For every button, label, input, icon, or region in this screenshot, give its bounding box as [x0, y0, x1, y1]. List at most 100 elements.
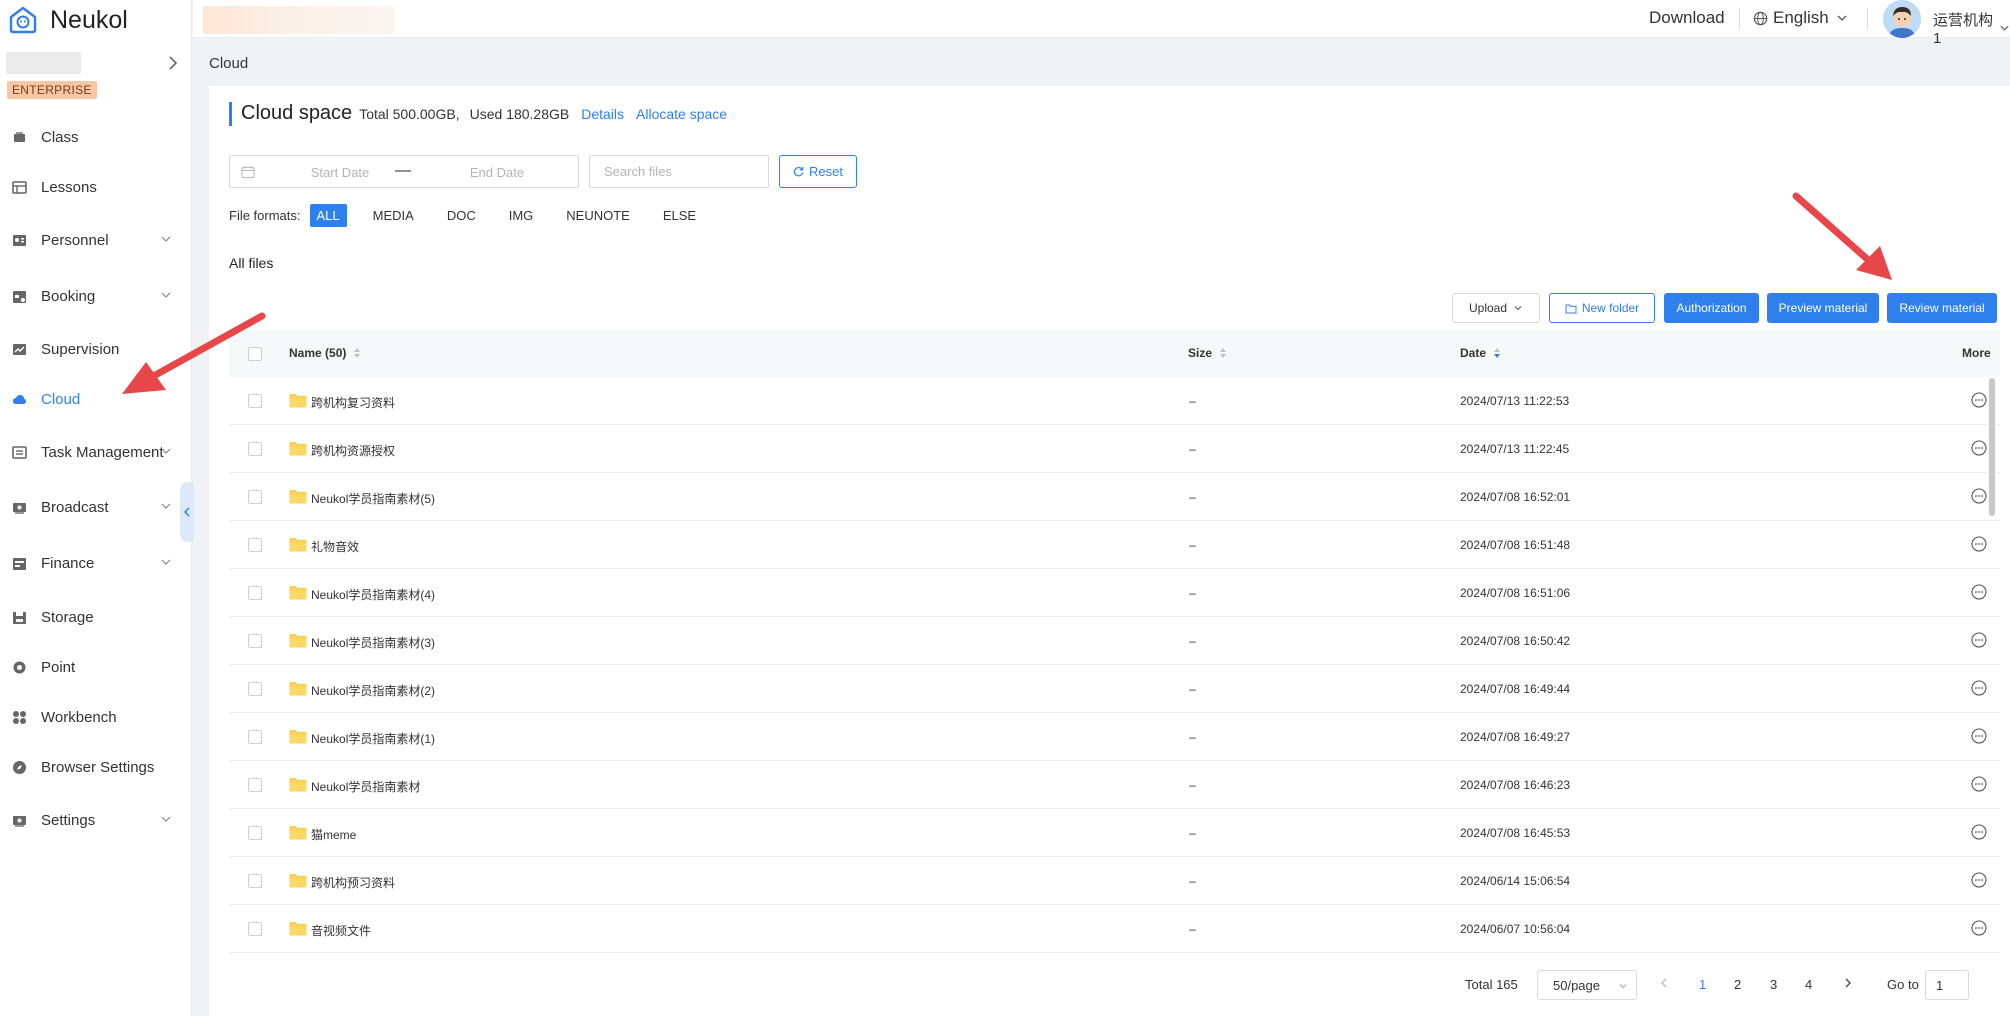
row-checkbox[interactable]	[248, 682, 262, 696]
row-checkbox[interactable]	[248, 778, 262, 792]
table-row[interactable]: Neukol学员指南素材(3) – 2024/07/08 16:50:42	[229, 617, 2000, 665]
more-options-icon[interactable]	[1971, 632, 1987, 648]
sidebar-item-finance[interactable]: Finance	[0, 546, 190, 580]
table-row[interactable]: Neukol学员指南素材(1) – 2024/07/08 16:49:27	[229, 713, 2000, 761]
sidebar-item-point[interactable]: Point	[0, 650, 190, 684]
brand[interactable]: Neukol	[0, 0, 191, 40]
all-files-breadcrumb[interactable]: All files	[229, 255, 273, 271]
table-row[interactable]: 礼物音效 – 2024/07/08 16:51:48	[229, 521, 2000, 569]
end-date-input[interactable]: End Date	[452, 165, 542, 180]
more-options-icon[interactable]	[1971, 824, 1987, 840]
row-checkbox[interactable]	[248, 826, 262, 840]
prev-page-button[interactable]	[1659, 977, 1669, 992]
format-all[interactable]: ALL	[309, 204, 347, 227]
file-name[interactable]: 跨机构复习资料	[311, 394, 395, 411]
more-options-icon[interactable]	[1971, 392, 1987, 408]
start-date-input[interactable]: Start Date	[295, 165, 385, 180]
checkbox[interactable]	[248, 347, 262, 361]
row-checkbox[interactable]	[248, 538, 262, 552]
select-all-checkbox[interactable]	[248, 347, 262, 361]
table-row[interactable]: 跨机构资源授权 – 2024/07/13 11:22:45	[229, 425, 2000, 473]
more-options-icon[interactable]	[1971, 920, 1987, 936]
language-selector[interactable]: English	[1753, 8, 1854, 28]
row-checkbox[interactable]	[248, 394, 262, 408]
row-checkbox[interactable]	[248, 874, 262, 888]
user-menu[interactable]: 运营机构1	[1933, 9, 2010, 47]
sidebar-collapse-button[interactable]	[180, 482, 194, 542]
sidebar-item-workbench[interactable]: Workbench	[0, 700, 190, 734]
sidebar-item-settings[interactable]: Settings	[0, 803, 190, 837]
new-folder-button[interactable]: New folder	[1549, 293, 1655, 323]
file-name[interactable]: 音视频文件	[311, 922, 371, 939]
format-media[interactable]: MEDIA	[366, 204, 421, 227]
row-checkbox[interactable]	[248, 634, 262, 648]
table-row[interactable]: 跨机构预习资料 – 2024/06/14 15:06:54	[229, 857, 2000, 905]
row-checkbox[interactable]	[248, 442, 262, 456]
preview-material-button[interactable]: Preview material	[1767, 293, 1879, 323]
table-row[interactable]: 猫meme – 2024/07/08 16:45:53	[229, 809, 2000, 857]
sidebar-item-task-management[interactable]: Task Management	[0, 435, 190, 469]
sidebar-item-supervision[interactable]: Supervision	[0, 332, 190, 366]
file-name[interactable]: 跨机构资源授权	[311, 442, 395, 459]
authorization-button[interactable]: Authorization	[1664, 293, 1759, 323]
date-column-header[interactable]: Date	[1460, 346, 1502, 360]
sidebar-item-class[interactable]: Class	[0, 120, 190, 154]
next-page-button[interactable]	[1843, 977, 1853, 992]
row-checkbox[interactable]	[248, 730, 262, 744]
file-name[interactable]: Neukol学员指南素材(4)	[311, 586, 435, 603]
more-options-icon[interactable]	[1971, 776, 1987, 792]
file-name[interactable]: 跨机构预习资料	[311, 874, 395, 891]
page-3[interactable]: 3	[1770, 977, 1777, 992]
row-checkbox[interactable]	[248, 586, 262, 600]
format-doc[interactable]: DOC	[440, 204, 483, 227]
page-size-select[interactable]: 50/page	[1537, 970, 1637, 1000]
file-name[interactable]: Neukol学员指南素材(1)	[311, 730, 435, 747]
sidebar-item-personnel[interactable]: Personnel	[0, 223, 190, 257]
review-material-button[interactable]: Review material	[1887, 293, 1997, 323]
allocate-space-link[interactable]: Allocate space	[636, 106, 727, 122]
page-4[interactable]: 4	[1805, 977, 1812, 992]
format-img[interactable]: IMG	[502, 204, 541, 227]
download-link[interactable]: Download	[1649, 8, 1725, 28]
format-neunote[interactable]: NEUNOTE	[559, 204, 637, 227]
details-link[interactable]: Details	[581, 106, 624, 122]
page-1[interactable]: 1	[1699, 977, 1706, 992]
table-row[interactable]: Neukol学员指南素材(2) – 2024/07/08 16:49:44	[229, 665, 2000, 713]
more-options-icon[interactable]	[1971, 584, 1987, 600]
sidebar-item-lessons[interactable]: Lessons	[0, 170, 190, 204]
upload-button[interactable]: Upload	[1452, 293, 1540, 323]
sort-icon[interactable]	[352, 346, 362, 360]
more-options-icon[interactable]	[1971, 872, 1987, 888]
avatar[interactable]	[1883, 0, 1921, 38]
search-input[interactable]: Search files	[589, 155, 769, 188]
date-range-picker[interactable]: Start Date — End Date	[229, 155, 579, 188]
sidebar-item-storage[interactable]: Storage	[0, 600, 190, 634]
page-2[interactable]: 2	[1734, 977, 1741, 992]
org-switcher[interactable]	[6, 52, 182, 74]
more-options-icon[interactable]	[1971, 440, 1987, 456]
format-else[interactable]: ELSE	[656, 204, 703, 227]
table-row[interactable]: Neukol学员指南素材(4) – 2024/07/08 16:51:06	[229, 569, 2000, 617]
table-row[interactable]: 跨机构复习资料 – 2024/07/13 11:22:53	[229, 377, 2000, 425]
row-checkbox[interactable]	[248, 922, 262, 936]
file-name[interactable]: 猫meme	[311, 826, 356, 843]
more-options-icon[interactable]	[1971, 536, 1987, 552]
more-options-icon[interactable]	[1971, 728, 1987, 744]
sort-icon[interactable]	[1218, 346, 1228, 360]
size-column-header[interactable]: Size	[1188, 346, 1228, 360]
sort-desc-icon[interactable]	[1492, 346, 1502, 360]
reset-button[interactable]: Reset	[779, 155, 857, 188]
file-name[interactable]: Neukol学员指南素材(2)	[311, 682, 435, 699]
file-name[interactable]: Neukol学员指南素材(3)	[311, 634, 435, 651]
sidebar-item-booking[interactable]: Booking	[0, 279, 190, 313]
table-row[interactable]: Neukol学员指南素材 – 2024/07/08 16:46:23	[229, 761, 2000, 809]
table-scrollbar[interactable]	[1989, 378, 1995, 516]
more-options-icon[interactable]	[1971, 680, 1987, 696]
name-column-header[interactable]: Name (50)	[289, 346, 362, 360]
table-row[interactable]: 音视频文件 – 2024/06/07 10:56:04	[229, 905, 2000, 953]
more-options-icon[interactable]	[1971, 488, 1987, 504]
sidebar-item-broadcast[interactable]: Broadcast	[0, 490, 190, 524]
sidebar-item-browser-settings[interactable]: Browser Settings	[0, 750, 190, 784]
chevron-right-icon[interactable]	[164, 54, 182, 72]
file-name[interactable]: Neukol学员指南素材	[311, 778, 420, 795]
